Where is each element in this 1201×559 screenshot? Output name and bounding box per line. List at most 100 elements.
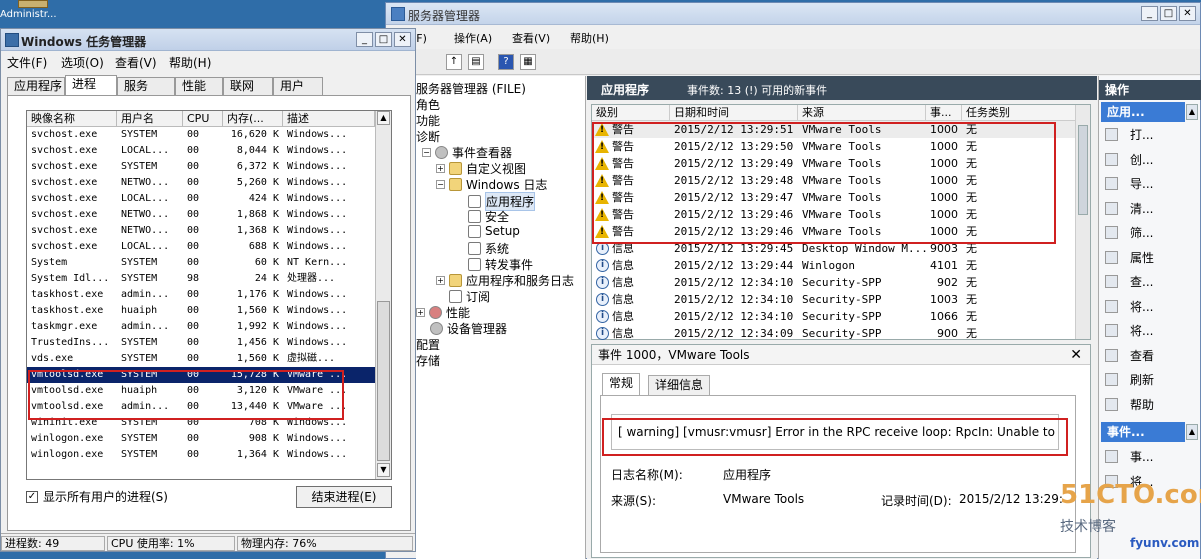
action-item[interactable]: 帮助 [1105,396,1154,413]
menu-file[interactable]: 文件(F) [7,54,47,71]
action-item[interactable]: 清... [1105,200,1153,217]
show-tree-icon[interactable]: ▤ [468,54,484,70]
tree-storage[interactable]: 存储 [416,352,440,369]
menu-help[interactable]: 帮助(H) [570,30,609,46]
server-manager-titlebar[interactable]: 服务器管理器 _ □ ✕ [386,3,1200,25]
scroll-up-icon[interactable]: ▲ [377,111,390,125]
tree-device-manager[interactable]: 设备管理器 [430,320,507,337]
action-item[interactable]: 打... [1105,126,1153,143]
column-description[interactable]: 描述 [283,111,375,127]
tree-configuration[interactable]: 配置 [416,336,440,353]
action-item[interactable]: 查看 [1105,347,1154,364]
action-item[interactable]: 筛... [1105,224,1153,241]
process-row[interactable]: svchost.exe LOCAL... 00 424 K Windows... [27,191,375,207]
expand-icon[interactable]: + [436,164,445,173]
checkbox-checked-icon[interactable]: ✓ [26,490,38,503]
up-folder-icon[interactable]: ↑ [446,54,462,70]
tree-system-log[interactable]: 系统 [468,240,509,257]
menu-view[interactable]: 查看(V) [512,30,550,46]
tree-event-viewer[interactable]: − 事件查看器 [422,144,512,161]
column-datetime[interactable]: 日期和时间 [670,105,798,121]
tree-performance[interactable]: + 性能 [416,304,470,321]
show-all-users-checkbox[interactable]: ✓ 显示所有用户的进程(S) [26,488,168,505]
tab-networking[interactable]: 联网 [223,77,273,95]
help-icon[interactable]: ? [498,54,514,70]
process-row[interactable]: System Idl... SYSTEM 98 24 K 处理器... [27,271,375,287]
column-source[interactable]: 来源 [798,105,926,121]
group-collapse-icon[interactable]: ▲ [1186,104,1198,120]
process-row[interactable]: svchost.exe NETWO... 00 1,368 K Windows... [27,223,375,239]
tab-processes[interactable]: 进程 [65,75,117,96]
process-row[interactable]: winlogon.exe SYSTEM 00 908 K Windows... [27,431,375,447]
menu-view[interactable]: 查看(V) [115,54,157,71]
desktop-user-folder-icon[interactable] [18,0,48,8]
expand-icon[interactable]: + [436,276,445,285]
group-collapse-icon[interactable]: ▲ [1186,424,1198,440]
actions-group-event[interactable]: 事件... [1101,422,1185,442]
tree-app-service-logs[interactable]: + 应用程序和服务日志 [436,272,574,289]
actions-group-application[interactable]: 应用... [1101,102,1185,122]
tree-diagnostics[interactable]: 诊断 [416,128,440,145]
column-cpu[interactable]: CPU [183,111,223,127]
action-item[interactable]: 事... [1105,448,1153,465]
minimize-button[interactable]: _ [356,32,373,47]
end-process-button[interactable]: 结束进程(E) [296,486,392,508]
event-row[interactable]: i 信息 2015/2/12 13:29:44 Winlogon 4101 无 [592,257,1076,274]
close-icon[interactable]: ✕ [1070,347,1082,363]
action-item[interactable]: 导... [1105,175,1153,192]
action-item[interactable]: 将... [1105,322,1153,339]
tab-performance[interactable]: 性能 [175,77,223,95]
scroll-down-icon[interactable]: ▼ [377,463,390,477]
properties-icon[interactable]: ▦ [520,54,536,70]
column-event-id[interactable]: 事... [926,105,962,121]
collapse-icon[interactable]: − [422,148,431,157]
event-row[interactable]: i 信息 2015/2/12 12:34:09 Security-SPP 900 无 [592,325,1076,342]
desktop-icon-label[interactable]: Administr... [0,9,80,20]
collapse-icon[interactable]: − [436,180,445,189]
process-row[interactable]: System SYSTEM 00 60 K NT Kern... [27,255,375,271]
tab-applications[interactable]: 应用程序 [7,77,65,95]
maximize-button[interactable]: □ [1160,6,1177,21]
menu-help[interactable]: 帮助(H) [169,54,211,71]
tree-subscriptions[interactable]: 订阅 [449,288,490,305]
tree-custom-views[interactable]: + 自定义视图 [436,160,526,177]
process-list-scrollbar[interactable]: ▲ ▼ [375,111,391,479]
process-row[interactable]: svchost.exe LOCAL... 00 8,044 K Windows... [27,143,375,159]
event-row[interactable]: i 信息 2015/2/12 12:34:10 Security-SPP 1003 无 [592,291,1076,308]
tree-features[interactable]: 功能 [416,112,440,129]
scroll-thumb[interactable] [377,301,390,461]
tree-forwarded-events[interactable]: 转发事件 [468,256,533,273]
process-row[interactable]: vds.exe SYSTEM 00 1,560 K 虚拟磁... [27,351,375,367]
expand-icon[interactable]: + [416,308,425,317]
action-item[interactable]: 将... [1105,298,1153,315]
scroll-thumb[interactable] [1078,125,1088,215]
tab-details[interactable]: 详细信息 [648,375,711,395]
process-row[interactable]: svchost.exe SYSTEM 00 6,372 K Windows... [27,159,375,175]
process-row[interactable]: svchost.exe SYSTEM 00 16,620 K Windows... [27,127,375,143]
close-button[interactable]: ✕ [1179,6,1196,21]
tree-security-log[interactable]: 安全 [468,208,509,225]
menu-options[interactable]: 选项(O) [61,54,104,71]
task-manager-titlebar[interactable]: Windows 任务管理器 _ □ ✕ [1,29,415,51]
event-list-scrollbar[interactable] [1075,105,1090,339]
tree-setup-log[interactable]: Setup [468,224,520,238]
process-row[interactable]: TrustedIns... SYSTEM 00 1,456 K Windows... [27,335,375,351]
tab-general[interactable]: 常规 [602,373,641,395]
process-row[interactable]: taskhost.exe huaiph 00 1,560 K Windows... [27,303,375,319]
tree-server-manager[interactable]: 服务器管理器 (FILE) [416,80,526,97]
minimize-button[interactable]: _ [1141,6,1158,21]
process-row[interactable]: svchost.exe NETWO... 00 1,868 K Windows... [27,207,375,223]
maximize-button[interactable]: □ [375,32,392,47]
process-row[interactable]: svchost.exe NETWO... 00 5,260 K Windows... [27,175,375,191]
menu-action[interactable]: 操作(A) [454,30,492,46]
column-memory[interactable]: 内存(... [223,111,283,127]
action-item[interactable]: 创... [1105,151,1153,168]
column-level[interactable]: 级别 [592,105,670,121]
action-item[interactable]: 查... [1105,273,1153,290]
tree-roles[interactable]: 角色 [416,96,440,113]
action-item[interactable]: 属性 [1105,249,1154,266]
column-image-name[interactable]: 映像名称 [27,111,117,127]
column-user-name[interactable]: 用户名 [117,111,183,127]
process-row[interactable]: winlogon.exe SYSTEM 00 1,364 K Windows... [27,447,375,463]
tab-users[interactable]: 用户 [273,77,323,95]
